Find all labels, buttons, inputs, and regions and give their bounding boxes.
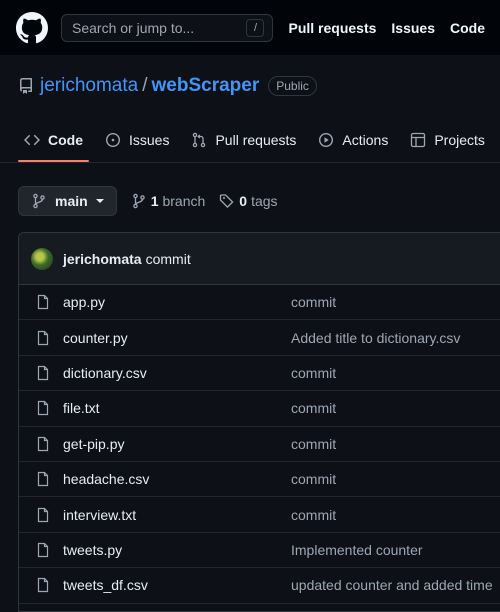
repo-tabs: Code Issues Pull requests Actions Projec… <box>0 120 500 162</box>
repo-separator: / <box>142 75 148 96</box>
branch-bar: main 1 branch 0 tags <box>18 186 278 216</box>
tab-label: Projects <box>434 132 485 148</box>
global-header: Search or jump to... / Pull requests Iss… <box>0 0 500 55</box>
tags-link[interactable]: 0 tags <box>219 193 278 209</box>
tab-label: Actions <box>342 132 389 148</box>
global-nav: Pull requests Issues Code <box>288 20 500 36</box>
file-commit-message-link[interactable]: commit <box>291 507 336 523</box>
file-icon <box>37 330 49 345</box>
file-commit-message-link[interactable]: commit <box>291 400 336 416</box>
file-row[interactable]: headache.csv commit <box>19 462 500 498</box>
search-shortcut-key: / <box>246 18 265 37</box>
file-commit-message-link[interactable]: commit <box>291 365 336 381</box>
table-icon <box>411 132 426 148</box>
file-list: app.py commit counter.py Added title to dic… <box>19 285 500 604</box>
branch-select-button[interactable]: main <box>18 186 117 216</box>
tag-count-label: tags <box>251 193 278 209</box>
tab-label: Issues <box>129 132 170 148</box>
branches-link[interactable]: 1 branch <box>131 193 206 209</box>
tag-icon <box>220 194 234 209</box>
search-input[interactable]: Search or jump to... / <box>61 13 274 42</box>
file-row[interactable]: tweets_df.csv updated counter and added t… <box>19 568 500 604</box>
nav-pull-requests[interactable]: Pull requests <box>288 20 376 36</box>
file-row[interactable]: app.py commit <box>19 285 500 321</box>
file-row[interactable]: file.txt commit <box>19 391 500 427</box>
tag-count: 0 <box>239 193 248 209</box>
branch-count: 1 <box>150 193 159 209</box>
tab-projects[interactable]: Projects <box>404 120 491 160</box>
nav-issues[interactable]: Issues <box>391 20 435 36</box>
file-icon <box>37 542 49 558</box>
code-icon <box>24 134 40 146</box>
file-icon <box>37 578 49 593</box>
avatar[interactable] <box>31 247 53 270</box>
file-name-link[interactable]: tweets_df.csv <box>63 577 291 593</box>
tab-pull-requests[interactable]: Pull requests <box>185 120 302 160</box>
file-name-link[interactable]: app.py <box>63 294 291 310</box>
github-mark-icon[interactable] <box>16 11 48 44</box>
tabs-divider <box>0 162 500 163</box>
visibility-badge: Public <box>268 76 317 96</box>
chevron-down-icon <box>95 199 104 203</box>
file-name-link[interactable]: tweets.py <box>63 542 291 558</box>
file-row[interactable]: dictionary.csv commit <box>19 356 500 392</box>
file-icon <box>37 401 49 416</box>
file-name-link[interactable]: dictionary.csv <box>63 365 291 381</box>
file-commit-message-link[interactable]: commit <box>291 294 336 310</box>
file-commit-message-link[interactable]: Added title to dictionary.csv <box>291 330 460 346</box>
tab-issues[interactable]: Issues <box>99 120 175 160</box>
file-icon <box>37 295 49 310</box>
git-branch-icon <box>33 193 45 209</box>
file-icon <box>37 472 49 487</box>
issue-icon <box>105 132 121 148</box>
file-name-link[interactable]: file.txt <box>63 400 291 416</box>
git-branch-icon <box>132 193 145 209</box>
tab-actions[interactable]: Actions <box>312 120 394 160</box>
file-row[interactable]: counter.py Added title to dictionary.csv <box>19 320 500 356</box>
file-row[interactable]: get-pip.py commit <box>19 427 500 462</box>
tab-label: Code <box>48 132 83 148</box>
commit-message-link[interactable]: commit <box>146 251 191 267</box>
file-icon <box>37 436 49 451</box>
search-placeholder: Search or jump to... <box>72 19 195 36</box>
file-commit-message-link[interactable]: updated counter and added time <box>291 577 493 593</box>
file-commit-message-link[interactable]: commit <box>291 471 336 487</box>
play-icon <box>319 132 334 148</box>
commit-author-link[interactable]: jerichomata <box>63 251 142 267</box>
repo-name-link[interactable]: webScraper <box>152 75 260 97</box>
file-name-link[interactable]: get-pip.py <box>63 436 291 452</box>
file-row[interactable]: interview.txt commit <box>19 497 500 533</box>
file-browser: jerichomata commit app.py commit counter.p… <box>18 232 500 612</box>
branch-count-label: branch <box>162 193 206 209</box>
file-name-link[interactable]: counter.py <box>63 330 291 346</box>
repo-title: jerichomata / webScraper Public <box>0 72 500 100</box>
file-row[interactable]: tweets.py Implemented counter <box>19 533 500 569</box>
file-icon <box>37 507 49 522</box>
tab-code[interactable]: Code <box>18 120 89 162</box>
file-icon <box>37 365 49 381</box>
nav-code[interactable]: Code <box>450 20 485 36</box>
file-name-link[interactable]: headache.csv <box>63 471 291 487</box>
current-branch-label: main <box>55 193 88 209</box>
latest-commit-bar: jerichomata commit <box>19 233 500 285</box>
repo-owner-link[interactable]: jerichomata <box>40 75 138 97</box>
file-name-link[interactable]: interview.txt <box>63 507 291 523</box>
repo-icon <box>19 78 32 94</box>
file-commit-message-link[interactable]: Implemented counter <box>291 542 423 558</box>
file-commit-message-link[interactable]: commit <box>291 436 336 452</box>
tab-label: Pull requests <box>215 132 297 148</box>
pull-request-icon <box>193 132 206 148</box>
